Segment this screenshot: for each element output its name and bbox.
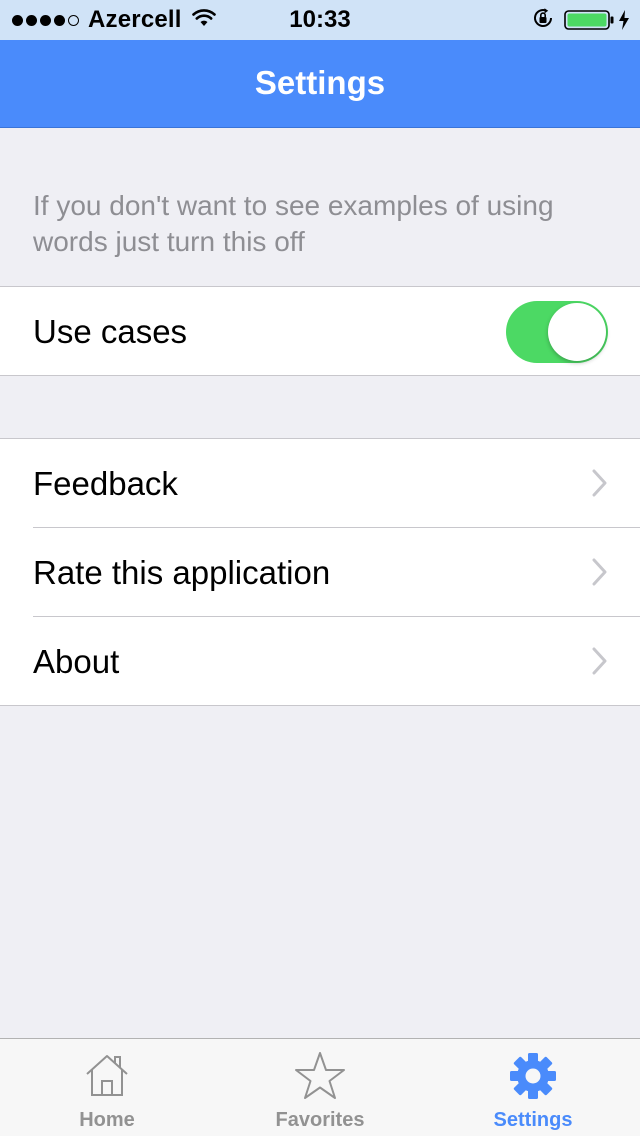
use-cases-row: Use cases [0,287,640,376]
battery-icon [564,9,630,31]
menu-item-rate-app[interactable]: Rate this application [0,527,640,617]
tab-settings[interactable]: Settings [426,1039,640,1136]
use-cases-toggle[interactable] [506,301,608,363]
navigation-bar: Settings [0,40,640,128]
use-cases-label: Use cases [33,313,188,350]
charging-bolt-icon [619,10,629,30]
gear-icon [510,1053,556,1099]
menu-item-label: About [33,643,120,680]
star-icon [295,1052,345,1099]
status-right [532,0,630,40]
menu-item-about[interactable]: About [0,616,640,706]
tab-home[interactable]: Home [0,1039,214,1136]
chevron-right-icon [592,558,607,586]
use-cases-group: Use cases [0,286,640,376]
orientation-lock-icon [532,7,554,34]
menu-item-label: Rate this application [33,554,331,591]
menu-item-feedback[interactable]: Feedback [0,439,640,528]
menu-item-label: Feedback [33,465,178,502]
menu-group: Feedback Rate this application About [0,438,640,706]
chevron-right-icon [592,469,607,497]
settings-screen: Azercell 10:33 Settings If you don't wan… [0,0,640,1136]
tab-bar: Home Favorites Settings [0,1038,640,1136]
status-bar: Azercell 10:33 [0,0,640,40]
use-cases-description: If you don't want to see examples of usi… [33,190,554,257]
chevron-right-icon [592,647,607,675]
tab-favorites[interactable]: Favorites [213,1039,427,1136]
tab-label: Favorites [275,1109,365,1131]
tab-label: Settings [493,1109,573,1131]
tab-label: Home [79,1109,135,1131]
page-title: Settings [254,64,386,101]
home-icon [86,1055,128,1096]
toggle-knob [548,303,606,361]
